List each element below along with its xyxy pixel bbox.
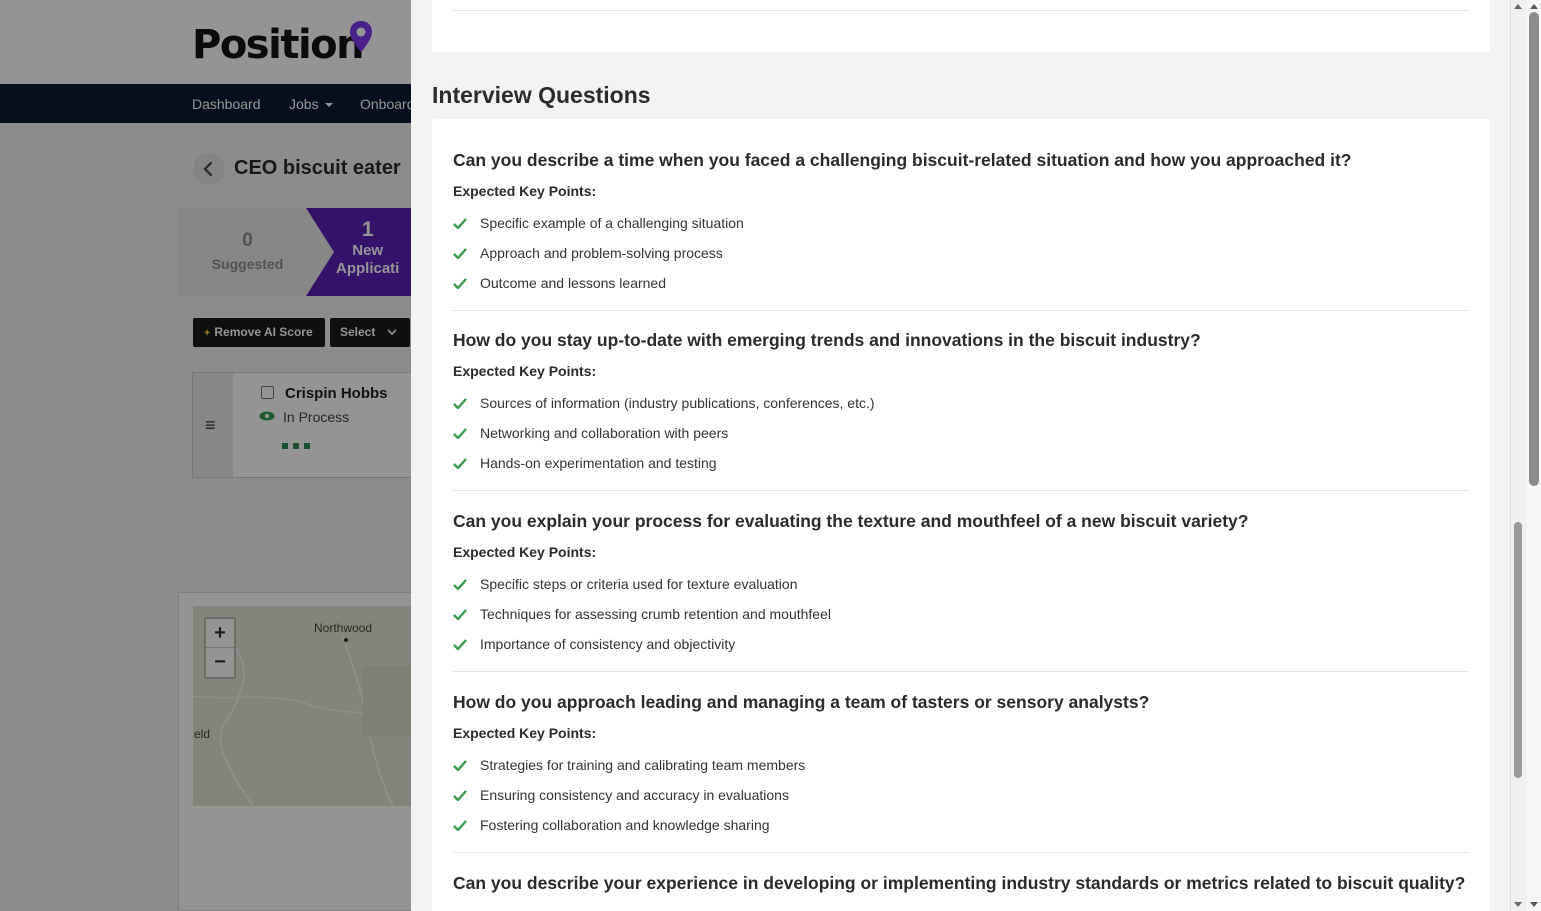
- key-point: Specific example of a challenging situat…: [453, 208, 1469, 238]
- check-icon: [453, 819, 467, 831]
- question-item: How do you stay up-to-date with emerging…: [453, 330, 1469, 478]
- expected-key-points-label: Expected Key Points:: [453, 363, 597, 379]
- check-icon: [453, 397, 467, 409]
- check-icon: [453, 608, 467, 620]
- key-point-text: Approach and problem-solving process: [480, 245, 723, 261]
- expected-key-points-label: Expected Key Points:: [453, 544, 597, 560]
- check-icon: [453, 247, 467, 259]
- key-point-text: Outcome and lessons learned: [480, 275, 666, 291]
- question-divider: [453, 671, 1469, 672]
- key-point-text: Specific example of a challenging situat…: [480, 215, 744, 231]
- page-scrollbar-thumb[interactable]: [1529, 12, 1539, 486]
- previous-section-card: [432, 0, 1490, 52]
- expected-key-points-label: Expected Key Points:: [453, 183, 597, 199]
- check-icon: [453, 759, 467, 771]
- question-item: How do you approach leading and managing…: [453, 692, 1469, 840]
- check-icon: [453, 638, 467, 650]
- question-text: How do you stay up-to-date with emerging…: [453, 330, 1201, 350]
- question-text: Can you describe a time when you faced a…: [453, 150, 1352, 170]
- question-text: How do you approach leading and managing…: [453, 692, 1150, 712]
- scroll-down-arrow-icon[interactable]: [1512, 898, 1524, 910]
- question-item: Can you describe a time when you faced a…: [453, 150, 1469, 298]
- key-point-text: Sources of information (industry publica…: [480, 395, 875, 411]
- key-point: Specific steps or criteria used for text…: [453, 569, 1469, 599]
- expected-key-points-label: Expected Key Points:: [453, 725, 597, 741]
- key-point-text: Techniques for assessing crumb retention…: [480, 606, 831, 622]
- key-point-text: Specific steps or criteria used for text…: [480, 576, 798, 592]
- key-point: Approach and problem-solving process: [453, 238, 1469, 268]
- key-point-text: Hands-on experimentation and testing: [480, 455, 717, 471]
- check-icon: [453, 277, 467, 289]
- key-point-text: Ensuring consistency and accuracy in eva…: [480, 787, 789, 803]
- question-item: Can you explain your process for evaluat…: [453, 511, 1469, 659]
- page-scroll-up-icon[interactable]: [1528, 1, 1540, 13]
- key-point: Outcome and lessons learned: [453, 268, 1469, 298]
- key-point: Networking and collaboration with peers: [453, 418, 1469, 448]
- check-icon: [453, 427, 467, 439]
- check-icon: [453, 578, 467, 590]
- question-text: Can you describe your experience in deve…: [453, 873, 1466, 893]
- question-divider: [453, 310, 1469, 311]
- key-point: Sources of information (industry publica…: [453, 388, 1469, 418]
- key-point: Techniques for assessing crumb retention…: [453, 599, 1469, 629]
- key-point: Strategies for training and calibrating …: [453, 750, 1469, 780]
- key-point: Importance of consistency and objectivit…: [453, 629, 1469, 659]
- key-point-text: Networking and collaboration with peers: [480, 425, 729, 441]
- key-point-text: Importance of consistency and objectivit…: [480, 636, 736, 652]
- question-item: Can you describe your experience in deve…: [453, 873, 1469, 893]
- key-point-text: Fostering collaboration and knowledge sh…: [480, 817, 770, 833]
- section-title: Interview Questions: [432, 82, 651, 108]
- key-point: Hands-on experimentation and testing: [453, 448, 1469, 478]
- scroll-up-arrow-icon[interactable]: [1512, 1, 1524, 13]
- key-point: Fostering collaboration and knowledge sh…: [453, 810, 1469, 840]
- key-point-text: Strategies for training and calibrating …: [480, 757, 806, 773]
- key-point: Ensuring consistency and accuracy in eva…: [453, 780, 1469, 810]
- question-text: Can you explain your process for evaluat…: [453, 511, 1249, 531]
- page-scroll-down-icon[interactable]: [1528, 898, 1540, 910]
- question-divider: [453, 490, 1469, 491]
- question-divider: [453, 852, 1469, 853]
- check-icon: [453, 457, 467, 469]
- check-icon: [453, 217, 467, 229]
- panel-scrollbar-thumb[interactable]: [1514, 522, 1522, 778]
- check-icon: [453, 789, 467, 801]
- interview-panel: Interview Questions Can you describe a t…: [411, 0, 1510, 911]
